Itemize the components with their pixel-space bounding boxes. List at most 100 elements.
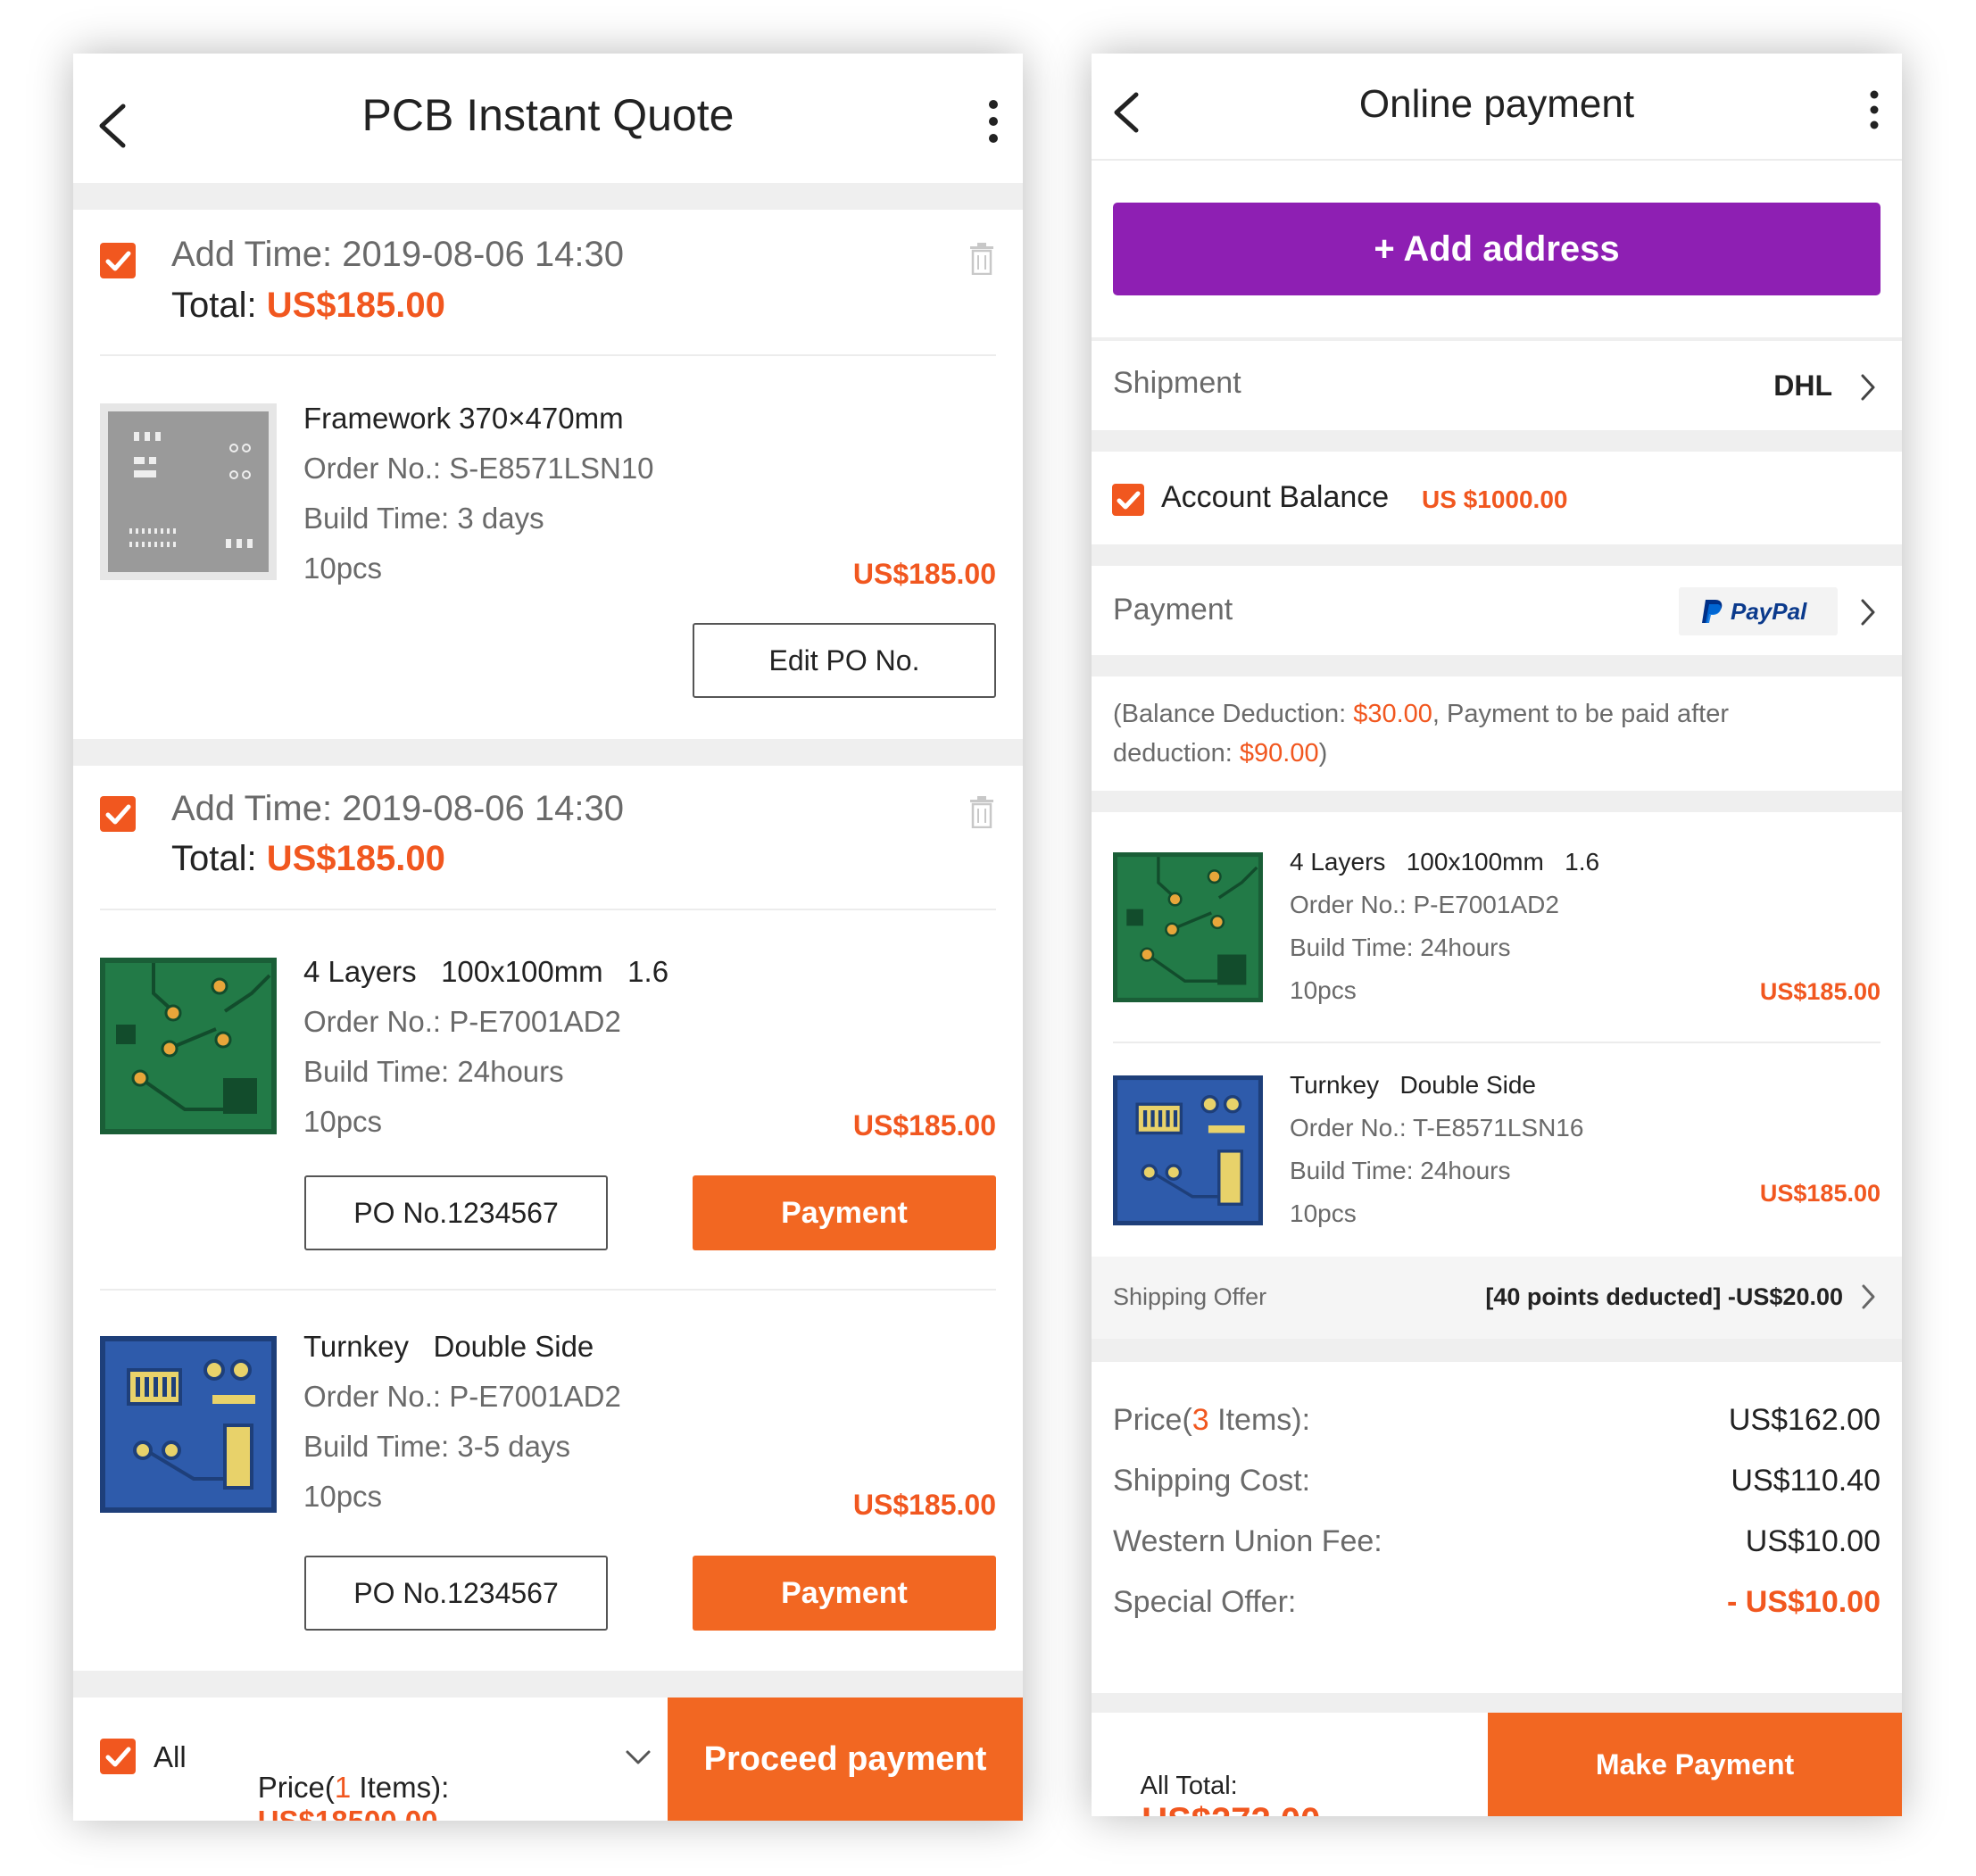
western-union-fee-label: Western Union Fee: <box>1113 1524 1382 1558</box>
build-time: Build Time: 24hours <box>303 1055 564 1088</box>
add-time: Add Time: 2019-08-06 14:30 <box>171 235 625 274</box>
green-pcb-thumbnail <box>100 958 277 1134</box>
price-suffix: Items): <box>1208 1403 1311 1437</box>
item-name: Framework 370×470mm <box>303 402 624 435</box>
po-number-button[interactable]: PO No.1234567 <box>304 1175 608 1250</box>
group-total: Total: US$185.00 <box>171 839 445 879</box>
divider <box>1092 1339 1902 1362</box>
account-balance-checkbox[interactable] <box>1112 484 1144 516</box>
deduction-amount: $30.00 <box>1353 700 1432 728</box>
payable-amount: $90.00 <box>1239 739 1319 768</box>
select-all-label: All <box>154 1740 187 1773</box>
page-title: Online payment <box>1358 82 1635 126</box>
total-value: US$185.00 <box>266 286 445 325</box>
order-number: Order No.: P-E7001AD2 <box>303 1380 621 1413</box>
trash-icon[interactable] <box>968 796 995 828</box>
order-number: Order No.: P-E7001AD2 <box>303 1005 621 1038</box>
divider <box>1092 1693 1902 1713</box>
build-time: Build Time: 24hours <box>1290 1157 1511 1184</box>
all-total-value: US$272.00 <box>1142 1801 1320 1816</box>
price-summary-label: Price(3 Items): <box>1113 1403 1310 1438</box>
divider <box>1092 791 1902 812</box>
more-options-icon[interactable] <box>1868 89 1881 130</box>
account-balance-value: US $1000.00 <box>1422 486 1568 513</box>
price-summary-value: US$162.00 <box>1728 1403 1881 1437</box>
item-price: US$185.00 <box>852 1109 996 1141</box>
proceed-payment-button[interactable]: Proceed payment <box>668 1698 1023 1821</box>
shipping-offer-value: [40 points deducted] -US$20.00 <box>1485 1283 1843 1310</box>
page-title: PCB Instant Quote <box>361 90 735 140</box>
payment-button[interactable]: Payment <box>693 1556 996 1631</box>
blue-pcb-thumbnail <box>1113 1075 1263 1225</box>
framework-pcb-thumbnail <box>100 403 277 580</box>
quantity: 10pcs <box>303 1105 383 1138</box>
total-value: US$185.00 <box>266 839 445 878</box>
price-prefix: Price( <box>1113 1403 1192 1437</box>
add-address-button[interactable]: + Add address <box>1113 203 1881 295</box>
special-offer-value: - US$10.00 <box>1727 1585 1881 1619</box>
edit-po-button[interactable]: Edit PO No. <box>693 623 996 698</box>
paypal-icon <box>1702 600 1723 623</box>
divider <box>1092 430 1902 452</box>
select-all-checkbox[interactable] <box>100 1739 136 1774</box>
account-balance-label: Account Balance <box>1161 480 1390 514</box>
western-union-fee-value: US$10.00 <box>1745 1524 1881 1558</box>
footer-total: US$18500.00 <box>258 1805 438 1821</box>
trash-icon[interactable] <box>968 243 995 275</box>
group-checkbox[interactable] <box>100 243 136 278</box>
chevron-right-icon <box>1861 374 1875 401</box>
paypal-text: PayPal <box>1731 598 1807 625</box>
payment-method-row[interactable]: Payment PayPal <box>1092 566 1902 655</box>
deduction-text: (Balance Deduction: <box>1113 700 1354 728</box>
quantity: 10pcs <box>303 1480 383 1513</box>
all-total-label: All Total: <box>1140 1772 1238 1800</box>
make-payment-button[interactable]: Make Payment <box>1488 1713 1902 1816</box>
special-offer-label: Special Offer: <box>1113 1585 1297 1619</box>
divider <box>1113 1042 1881 1043</box>
online-payment-screen: Online payment + Add address Shipment DH… <box>1092 54 1902 1816</box>
divider <box>1092 159 1902 161</box>
shipping-offer-label: Shipping Offer <box>1113 1283 1267 1310</box>
shipping-cost-label: Shipping Cost: <box>1113 1464 1311 1498</box>
item-name: Turnkey Double Side <box>303 1330 594 1363</box>
chevron-right-icon <box>1861 599 1875 626</box>
divider <box>73 739 1023 766</box>
deduction-text: , Payment to be paid after <box>1432 700 1730 728</box>
divider <box>100 354 996 356</box>
quantity: 10pcs <box>1290 976 1357 1004</box>
deduction-text: ) <box>1318 739 1328 768</box>
order-number: Order No.: S-E8571LSN10 <box>303 452 654 485</box>
item-name: Turnkey Double Side <box>1290 1071 1536 1099</box>
more-options-icon[interactable] <box>987 98 1000 145</box>
order-number: Order No.: T-E8571LSN16 <box>1290 1114 1584 1141</box>
group-checkbox[interactable] <box>100 796 136 832</box>
item-name: 4 Layers 100x100mm 1.6 <box>1290 848 1600 876</box>
all-total: All Total: US$272.00 <box>1113 1742 1321 1816</box>
build-time: Build Time: 3 days <box>303 502 544 535</box>
item-price: US$185.00 <box>1759 1180 1881 1207</box>
price-suffix: Items): <box>351 1771 450 1804</box>
payment-label: Payment <box>1113 593 1233 627</box>
quantity: 10pcs <box>1290 1199 1357 1227</box>
item-price: US$185.00 <box>1759 978 1881 1005</box>
balance-deduction-note: (Balance Deduction: $30.00, Payment to b… <box>1113 694 1881 773</box>
item-price: US$185.00 <box>852 558 996 590</box>
po-number-button[interactable]: PO No.1234567 <box>304 1556 608 1631</box>
divider <box>73 1671 1023 1698</box>
divider <box>1092 655 1902 677</box>
paypal-logo: PayPal <box>1679 587 1838 635</box>
shipping-offer-row[interactable]: Shipping Offer [40 points deducted] -US$… <box>1092 1257 1902 1339</box>
item-name: 4 Layers 100x100mm 1.6 <box>303 955 669 988</box>
build-time: Build Time: 24hours <box>1290 934 1511 961</box>
divider <box>100 1289 996 1291</box>
order-number: Order No.: P-E7001AD2 <box>1290 891 1559 918</box>
divider <box>100 909 996 910</box>
build-time: Build Time: 3-5 days <box>303 1430 570 1463</box>
item-count: 1 <box>334 1771 352 1804</box>
shipment-row[interactable]: Shipment DHL <box>1092 341 1902 430</box>
chevron-down-icon[interactable] <box>625 1748 652 1766</box>
divider <box>73 183 1023 210</box>
divider <box>1092 544 1902 566</box>
green-pcb-thumbnail <box>1113 852 1263 1002</box>
payment-button[interactable]: Payment <box>693 1175 996 1250</box>
